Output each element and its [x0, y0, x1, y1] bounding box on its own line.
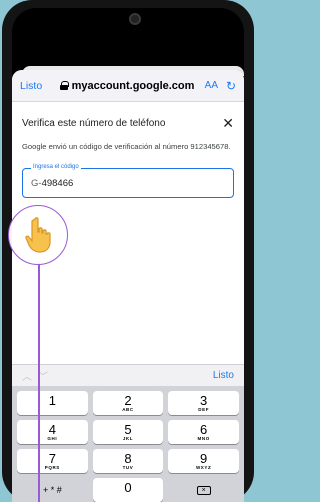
key-letters: DEF — [198, 407, 210, 412]
symbols-label: + * # — [42, 485, 62, 495]
key-letters: WXYZ — [195, 465, 212, 470]
key-number: 6 — [200, 422, 208, 437]
key-delete[interactable]: × — [168, 478, 239, 502]
key-number: 1 — [48, 393, 56, 408]
browser-sheet: Listo myaccount.google.com AA ↻ Verifica… — [12, 70, 244, 502]
key-letters: TUV — [122, 465, 134, 470]
backspace-icon: × — [196, 485, 211, 495]
keyboard-done-button[interactable]: Listo — [213, 370, 234, 381]
numeric-keypad: 1 2 ABC 3 DEF 4 GHI 5 JKL 6 MNO 7 PQRS 8 TUV 9W… — [12, 386, 244, 502]
pointer-line — [38, 262, 40, 502]
key-number: 3 — [200, 393, 208, 408]
key-number: 4 — [48, 422, 56, 437]
key-6[interactable]: 6 MNO — [168, 420, 239, 444]
key-3[interactable]: 3 DEF — [168, 391, 239, 415]
verification-code-input[interactable]: Ingresa el código G-498466 — [22, 163, 234, 198]
url-bar: Listo myaccount.google.com AA ↻ — [12, 70, 244, 102]
close-icon[interactable]: ✕ — [222, 116, 234, 130]
key-4[interactable]: 4 GHI — [17, 420, 88, 444]
dialog-title: Verifica este número de teléfono — [22, 117, 166, 129]
chevron-down-icon[interactable]: ﹀ — [38, 372, 54, 383]
key-letters: MNO — [197, 436, 210, 441]
key-1[interactable]: 1 — [17, 391, 88, 415]
key-letters: ABC — [122, 407, 134, 412]
address-field[interactable]: myaccount.google.com — [58, 80, 196, 92]
dialog: Verifica este número de teléfono ✕ Googl… — [12, 116, 244, 198]
dialog-header: Verifica este número de teléfono ✕ — [22, 116, 234, 130]
key-letters: GHI — [47, 436, 58, 441]
code-field-value[interactable]: G-498466 — [31, 178, 73, 189]
chevron-up-icon[interactable]: ︿ — [22, 372, 38, 383]
dialog-description: Google envió un código de verificación a… — [22, 142, 231, 151]
key-number: 2 — [124, 393, 132, 408]
key-9[interactable]: 9 WXYZ — [168, 449, 239, 473]
code-prefix: G- — [31, 177, 42, 189]
lock-icon — [59, 81, 69, 90]
key-8[interactable]: 8 TUV — [92, 449, 164, 473]
key-number: 7 — [48, 451, 56, 466]
key-2[interactable]: 2 ABC — [92, 391, 164, 415]
key-letters: JKL — [122, 436, 134, 441]
front-camera — [129, 13, 141, 25]
key-number: 9 — [200, 451, 208, 466]
key-7[interactable]: 7 PQRS — [17, 449, 88, 473]
key-letters: PQRS — [44, 465, 60, 470]
key-number: 8 — [124, 451, 132, 466]
key-0[interactable]: 0 — [92, 478, 164, 502]
reload-icon[interactable]: ↻ — [218, 79, 236, 93]
browser-done-button[interactable]: Listo — [20, 80, 58, 92]
key-5[interactable]: 5 JKL — [92, 420, 164, 444]
hand-pointer-icon — [25, 217, 51, 253]
tap-indicator — [8, 205, 68, 265]
field-navigation-arrows[interactable]: ︿﹀ — [22, 368, 213, 383]
key-number: 0 — [124, 480, 132, 495]
key-number: 5 — [124, 422, 132, 437]
code-field-label: Ingresa el código — [31, 163, 81, 170]
code-digits: 498466 — [41, 177, 74, 189]
text-size-button[interactable]: AA — [196, 80, 218, 91]
keyboard-accessory-bar: ︿﹀ Listo — [12, 364, 244, 386]
url-text: myaccount.google.com — [71, 79, 195, 92]
key-symbols[interactable]: + * # — [17, 478, 88, 502]
